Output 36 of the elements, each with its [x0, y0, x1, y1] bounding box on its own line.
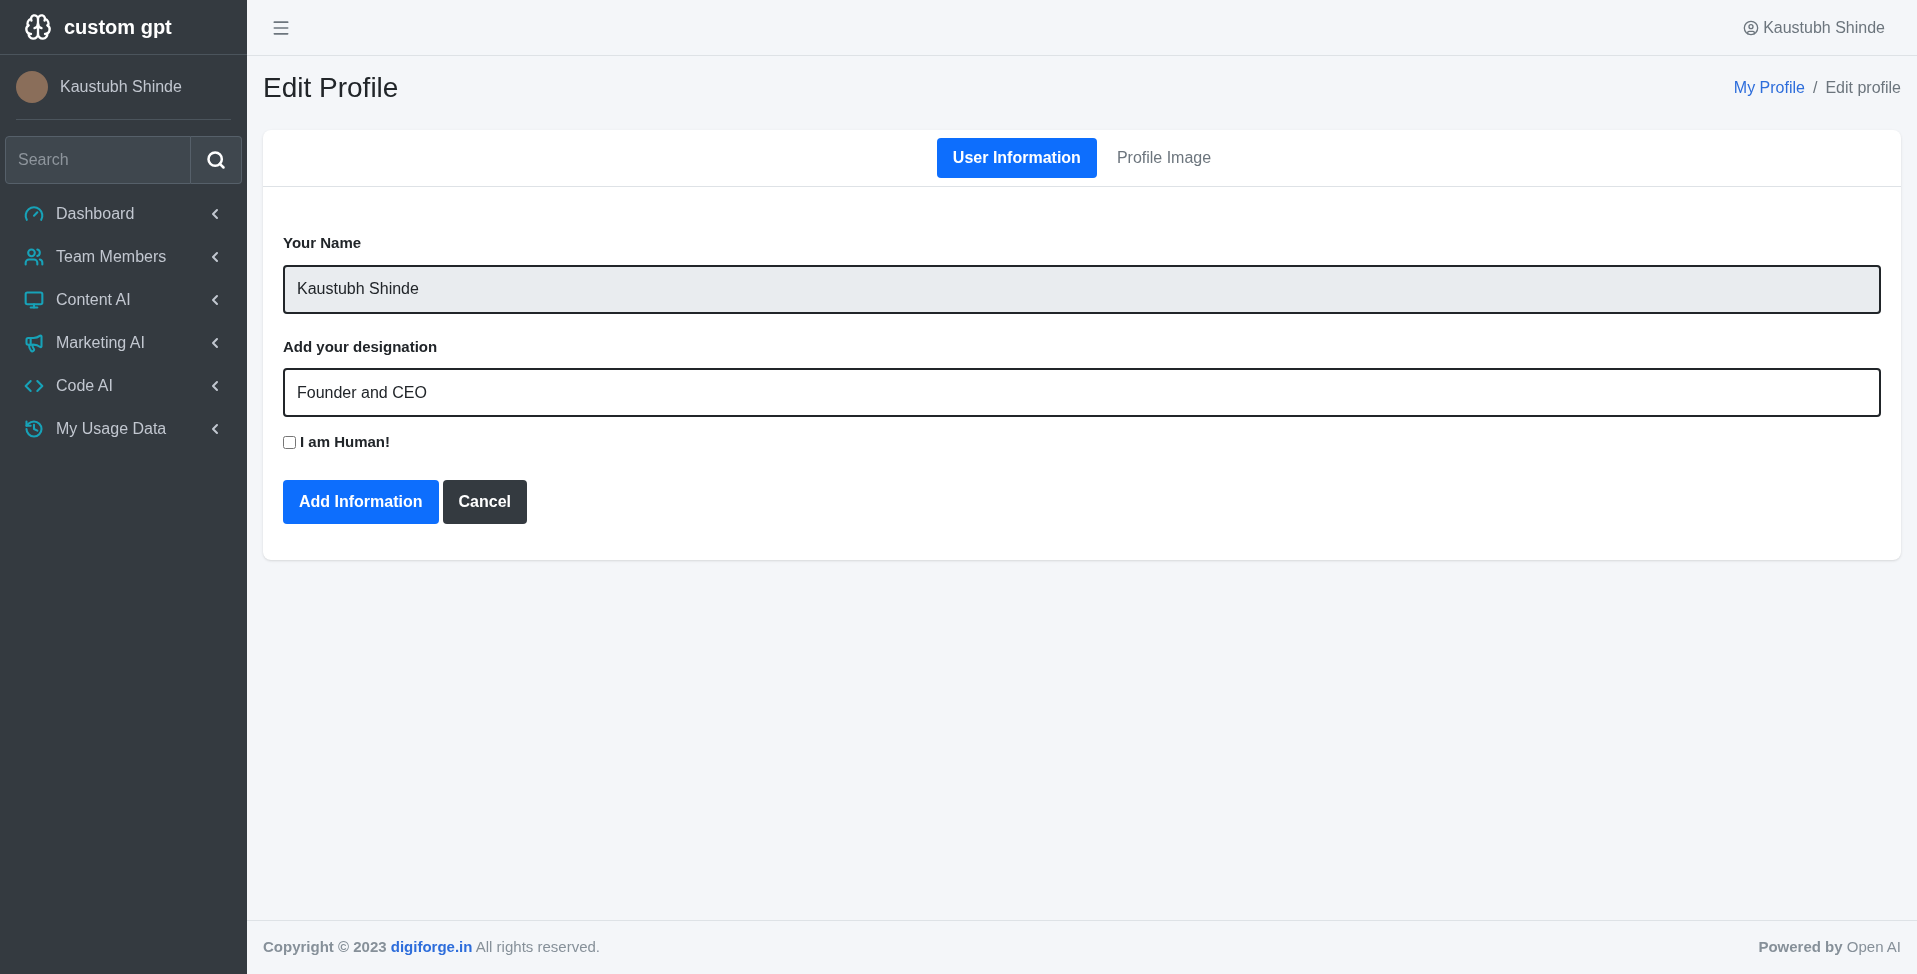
- nav-item[interactable]: My Usage Data: [0, 407, 247, 450]
- gauge-icon: [24, 203, 44, 224]
- site-link[interactable]: digiforge.in: [390, 938, 473, 956]
- field-label: Add your designation: [283, 336, 439, 357]
- add-information-button[interactable]: Add Information: [283, 479, 439, 524]
- nav-item[interactable]: Code AI: [0, 364, 247, 407]
- breadcrumb-separator: /: [1812, 78, 1818, 98]
- page-title: Edit Profile: [263, 71, 399, 105]
- breadcrumb-link[interactable]: My Profile: [1733, 76, 1805, 100]
- nav-item[interactable]: Dashboard: [0, 192, 247, 235]
- user-menu[interactable]: Kaustubh Shinde: [1743, 15, 1885, 40]
- user-name[interactable]: Kaustubh Shinde: [60, 75, 182, 99]
- search-button[interactable]: [191, 136, 242, 184]
- brain-logo-icon: [24, 13, 52, 41]
- brand-name: custom gpt: [64, 15, 172, 40]
- tab[interactable]: Profile Image: [1100, 138, 1228, 178]
- avatar: [16, 71, 48, 103]
- checkbox-label: I am Human!: [300, 432, 390, 452]
- cancel-button[interactable]: Cancel: [442, 479, 527, 524]
- nav-item[interactable]: Team Members: [0, 235, 247, 278]
- megaphone-icon: [24, 332, 44, 353]
- text-field[interactable]: Founder and CEO: [283, 368, 1881, 417]
- users-icon: [24, 246, 44, 267]
- nav-item[interactable]: Marketing AI: [0, 321, 247, 364]
- checkbox[interactable]: [283, 435, 296, 449]
- monitor-icon: [24, 289, 44, 310]
- search-icon: [206, 150, 226, 170]
- copyright-notice: Copyright © 2023 digiforge.in All rights reserved.: [263, 937, 600, 958]
- user-icon: [1743, 19, 1760, 36]
- field-label: Your Name: [283, 233, 363, 253]
- powered-by-text: Powered by Open AI: [1758, 937, 1901, 958]
- breadcrumb-current: Edit profile: [1825, 78, 1901, 98]
- search-field[interactable]: Search: [5, 136, 191, 184]
- nav-item[interactable]: Content AI: [0, 278, 247, 321]
- tab[interactable]: User Information: [936, 138, 1097, 178]
- history-icon: [24, 418, 44, 439]
